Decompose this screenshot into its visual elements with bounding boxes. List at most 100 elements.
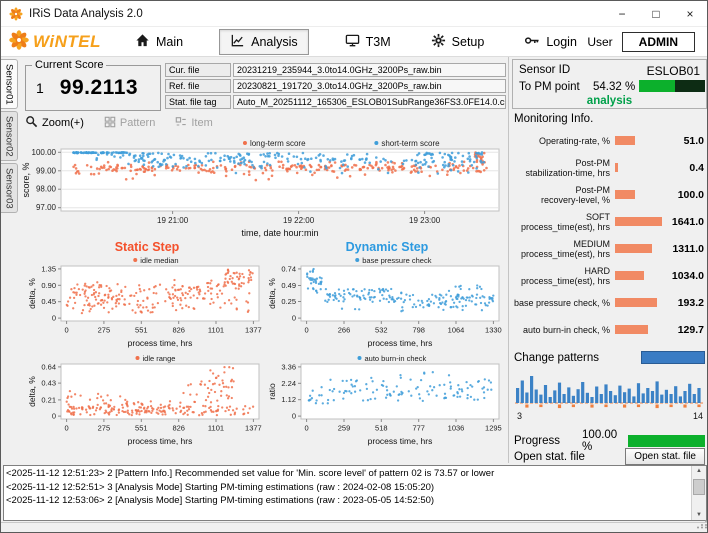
cur-file-value: 20231219_235944_3.0to14.0GHz_3200Ps_raw.… [233,63,506,77]
monitoring-row: HARDprocess_time(est), hrs1034.0 [511,262,708,289]
maximize-button[interactable]: □ [639,1,673,26]
window-title: IRiS Data Analysis 2.0 [29,8,143,20]
user-admin-button[interactable]: ADMIN [622,32,695,52]
stat-file-tag-value: Auto_M_20251112_165306_ESLOB01SubRange36… [233,95,506,109]
sensor-tab-sensor01[interactable]: Sensor01 [1,59,18,109]
pattern-button-label: Pattern [120,117,155,129]
monitoring-row-bar [615,136,635,145]
monitoring-row: MEDIUMprocess_time(est), hrs1311.0 [511,235,708,262]
svg-text:1101: 1101 [208,326,224,335]
monitoring-row-value: 51.0 [667,135,708,147]
log-line: <2025-11-12 12:53:06> 2 [Analysis Mode] … [6,494,690,508]
item-button[interactable]: Item [175,116,212,131]
monitoring-row: base pressure check, %193.2 [511,289,708,316]
monitoring-row-label: SOFTprocess_time(est), hrs [511,212,615,232]
svg-text:0.21: 0.21 [41,395,56,404]
svg-text:base pressure check: base pressure check [362,256,431,265]
to-pm-point-label: To PM point [519,81,580,93]
sensor-id-label: Sensor ID [519,64,570,76]
magnifier-icon [25,115,38,131]
sensor-tab-strip: Sensor01 Sensor02 Sensor03 [1,59,18,213]
svg-text:19 23:00: 19 23:00 [409,216,441,225]
svg-text:19 22:00: 19 22:00 [283,216,315,225]
svg-text:0: 0 [52,314,56,323]
current-score-title: Current Score [32,59,106,71]
svg-text:0.49: 0.49 [281,281,296,290]
zoom-button[interactable]: Zoom(+) [25,115,84,131]
sensor-summary-box: Sensor ID ESLOB01 To PM point 54.32 % an… [512,59,707,109]
nav-setup[interactable]: Setup [427,30,489,54]
nav-analysis-label: Analysis [251,35,298,49]
monitoring-row: SOFTprocess_time(est), hrs 1641.0 [511,208,708,235]
svg-text:idle median: idle median [140,256,178,265]
change-patterns-swatch[interactable] [641,351,705,364]
bottom-scrollbar-strip[interactable] [1,522,708,533]
svg-text:551: 551 [135,326,148,335]
stat-file-tag-label: Stat. file tag [165,95,231,109]
open-stat-label: Open stat. file [514,451,585,463]
svg-text:19 21:00: 19 21:00 [157,216,189,225]
monitoring-row-bar [615,325,648,334]
log-line: <2025-11-12 12:52:51> 3 [Analysis Mode] … [6,481,690,495]
scrollbar-thumb[interactable] [693,479,705,495]
main-nav: Main Analysis T3M [131,29,581,55]
svg-text:0.45: 0.45 [41,297,56,306]
svg-text:process time, hrs: process time, hrs [128,338,193,348]
sensor-tab-sensor02[interactable]: Sensor02 [1,111,18,161]
open-stat-row: Open stat. file Open stat. file [514,448,705,465]
log-vertical-scrollbar[interactable]: ▲ ▼ [691,466,706,520]
svg-text:process time, hrs: process time, hrs [368,436,433,446]
log-lines: <2025-11-12 12:51:23> 2 [Pattern Info.] … [6,467,690,519]
close-button[interactable]: × [673,1,707,26]
key-icon [524,33,540,51]
monitor-icon [345,33,360,51]
sensor-tab-sensor03[interactable]: Sensor03 [1,163,18,213]
score-timeseries-chart: 97.0098.0099.00100.0019 21:0019 22:0019 … [21,135,507,239]
current-score-group: Current Score 1 99.2113 [25,65,161,111]
logo-text: WiNTEL [33,32,101,52]
svg-text:0.43: 0.43 [41,379,56,388]
monitoring-row-bar [615,271,644,280]
monitoring-row-value: 1641.0 [667,216,708,228]
nav-login[interactable]: Login [520,30,581,54]
svg-text:long-term score: long-term score [250,139,306,148]
svg-text:259: 259 [338,424,351,433]
nav-analysis[interactable]: Analysis [219,29,309,55]
svg-text:1295: 1295 [485,424,502,433]
monitoring-row-value: 0.4 [667,162,708,174]
monitoring-row: Post-PMstabilization-time, hrs0.4 [511,154,708,181]
monitoring-row-bar [615,163,618,172]
nav-main[interactable]: Main [131,30,187,54]
idle-range-chart: 00.210.430.64027555182611011377process t… [27,351,267,447]
svg-text:1377: 1377 [245,424,262,433]
pattern-button[interactable]: Pattern [104,116,155,131]
svg-text:0: 0 [305,424,309,433]
ref-file-row: Ref. file 20230821_191720_3.0to14.0GHz_3… [165,79,506,93]
ref-file-label: Ref. file [165,79,231,93]
monitoring-row-value: 129.7 [667,324,708,336]
change-patterns-row: Change patterns [514,351,705,364]
chart-toolbar: Zoom(+) Pattern Item [25,114,213,132]
svg-text:3: 3 [517,411,522,421]
svg-text:1377: 1377 [245,326,262,335]
monitoring-row: Post-PMrecovery-level, %100.0 [511,181,708,208]
app-window: IRiS Data Analysis 2.0 − □ × [0,0,708,533]
svg-text:score, %: score, % [21,162,31,197]
monitoring-row-value: 1311.0 [667,243,708,255]
svg-text:826: 826 [172,326,185,335]
to-pm-progress-bar [639,80,705,92]
svg-text:0: 0 [305,326,309,335]
zoom-button-label: Zoom(+) [42,117,84,129]
idle-median-chart: 00.450.901.35027555182611011377process t… [27,253,267,349]
svg-text:idle range: idle range [143,354,176,363]
open-stat-file-button[interactable]: Open stat. file [625,448,705,465]
svg-text:99.00: 99.00 [36,166,57,175]
svg-text:0.25: 0.25 [281,297,296,306]
resize-grip[interactable] [696,518,708,532]
svg-text:275: 275 [98,424,111,433]
scroll-up-icon[interactable]: ▲ [692,468,706,474]
svg-text:1064: 1064 [448,326,465,335]
nav-t3m[interactable]: T3M [341,30,395,54]
minimize-button[interactable]: − [605,1,639,26]
svg-text:process time, hrs: process time, hrs [368,338,433,348]
